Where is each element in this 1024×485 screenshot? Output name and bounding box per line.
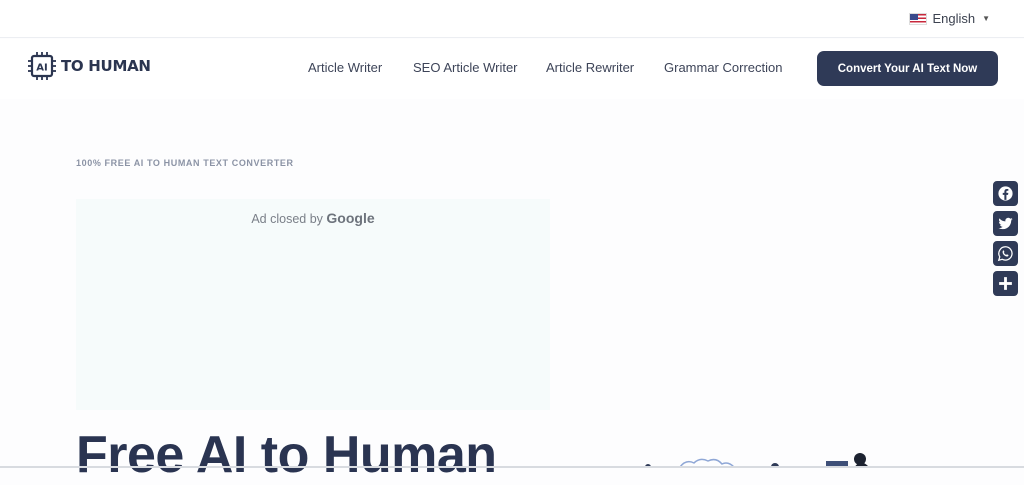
convert-cta-button[interactable]: Convert Your AI Text Now — [817, 51, 998, 86]
hero-title: Free AI to Human — [76, 426, 497, 484]
ad-closed-notice: Ad closed by Google — [76, 210, 550, 226]
site-header: AI TO HUMAN Article Writer SEO Article W… — [0, 39, 1024, 99]
google-wordmark: Google — [326, 210, 375, 226]
nav-seo-article-writer[interactable]: SEO Article Writer — [413, 60, 518, 75]
more-share-button[interactable] — [993, 271, 1018, 296]
twitter-share-button[interactable] — [993, 211, 1018, 236]
caret-down-icon: ▼ — [982, 14, 990, 23]
nav-grammar-correction[interactable]: Grammar Correction — [664, 60, 782, 75]
social-share-bar — [993, 181, 1019, 301]
share-plus-icon — [999, 277, 1012, 290]
ad-slot: Ad closed by Google — [76, 199, 550, 410]
nav-article-writer[interactable]: Article Writer — [308, 60, 382, 75]
language-selector[interactable]: English ▼ — [909, 11, 990, 26]
hero-eyebrow: 100% FREE AI TO HUMAN TEXT CONVERTER — [76, 158, 294, 168]
nav-article-rewriter[interactable]: Article Rewriter — [546, 60, 634, 75]
twitter-icon — [998, 217, 1013, 230]
whatsapp-icon — [997, 246, 1013, 262]
facebook-share-button[interactable] — [993, 181, 1018, 206]
facebook-icon — [998, 186, 1013, 201]
language-label: English — [932, 11, 976, 26]
us-flag-icon — [909, 12, 928, 25]
ad-closed-text: Ad closed by — [251, 212, 323, 226]
top-bar: English ▼ — [0, 0, 1024, 38]
hero-illustration — [645, 453, 868, 468]
whatsapp-share-button[interactable] — [993, 241, 1018, 266]
